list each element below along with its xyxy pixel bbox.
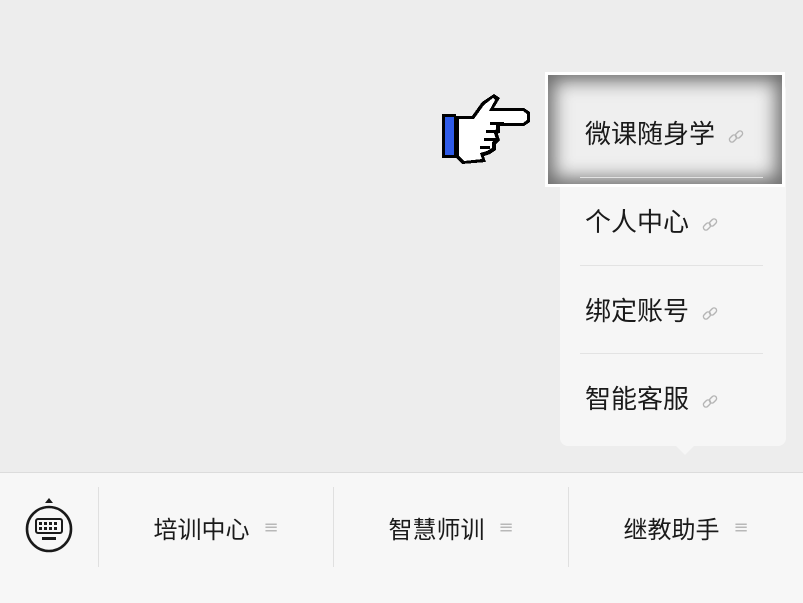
menu-lines-icon: ≡	[498, 516, 514, 538]
link-icon	[701, 300, 719, 320]
menu-divider	[580, 265, 763, 266]
menu-item-personal-center[interactable]: 个人中心	[585, 200, 719, 240]
menubar-item-continuing-edu-assistant[interactable]: 继教助手 ≡	[569, 509, 803, 545]
link-icon	[727, 123, 745, 143]
menu-lines-icon: ≡	[733, 516, 749, 538]
menu-item-label: 智能客服	[585, 384, 690, 415]
popup-menu-arrow	[675, 445, 695, 455]
bottom-menu-bar: 培训中心 ≡ 智慧师训 ≡ 继教助手 ≡	[0, 472, 803, 603]
menu-item-label: 微课随身学	[585, 119, 716, 150]
menu-divider	[580, 353, 763, 354]
keyboard-toggle-button[interactable]	[22, 497, 76, 557]
menu-item-micro-course[interactable]: 微课随身学	[585, 112, 745, 152]
keyboard-icon	[25, 498, 73, 553]
menu-divider	[580, 177, 763, 178]
menu-item-bind-account[interactable]: 绑定账号	[585, 289, 719, 329]
menu-item-label: 个人中心	[585, 207, 690, 238]
menu-lines-icon: ≡	[263, 516, 279, 538]
link-icon	[701, 388, 719, 408]
pointing-hand-icon	[438, 92, 536, 168]
menu-item-smart-service[interactable]: 智能客服	[585, 377, 719, 417]
menubar-item-label: 继教助手	[623, 515, 720, 544]
menubar-item-training-center[interactable]: 培训中心 ≡	[99, 509, 333, 545]
menubar-item-smart-teacher-training[interactable]: 智慧师训 ≡	[334, 509, 568, 545]
menubar-item-label: 培训中心	[153, 515, 250, 544]
link-icon	[701, 211, 719, 231]
menubar-item-label: 智慧师训	[388, 515, 485, 544]
menu-item-label: 绑定账号	[585, 296, 690, 327]
